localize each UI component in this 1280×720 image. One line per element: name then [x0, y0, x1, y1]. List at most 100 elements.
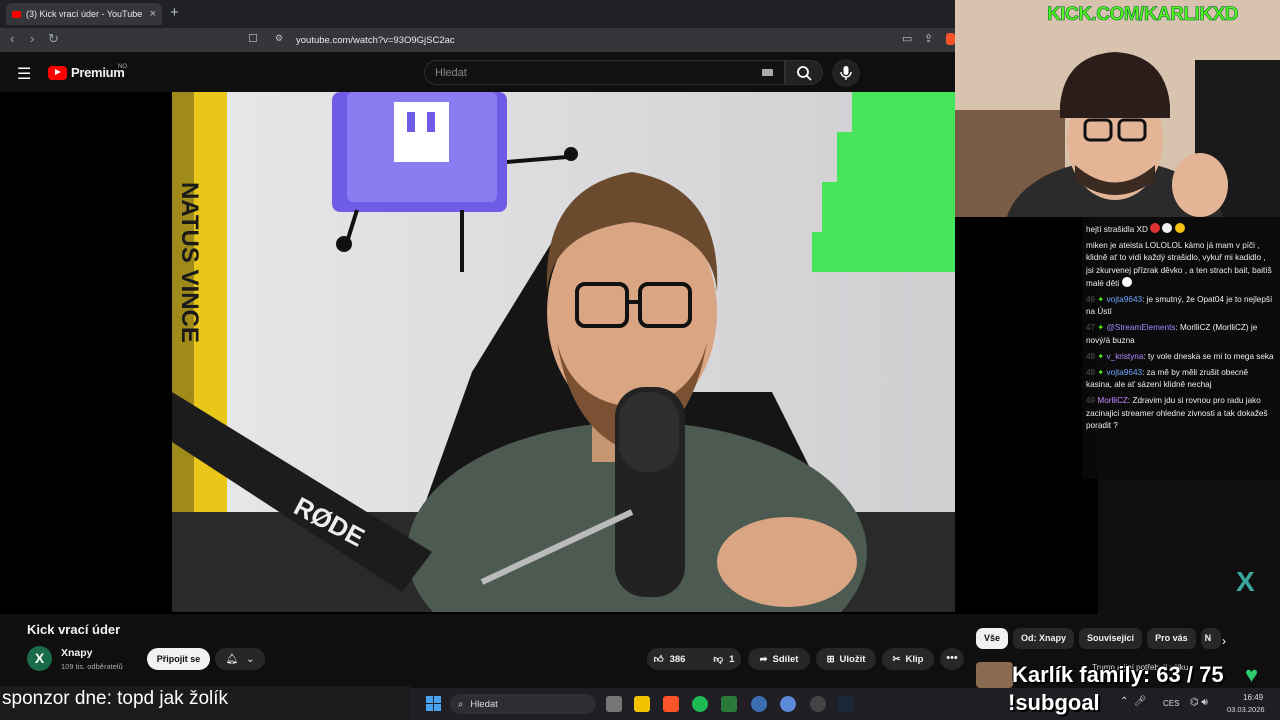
steam-icon[interactable]	[838, 696, 854, 712]
more-actions-button[interactable]: •••	[940, 648, 964, 670]
language-indicator[interactable]: CES	[1163, 699, 1179, 708]
taskbar-search[interactable]: ⌕ Hledat	[450, 694, 596, 714]
video-frame[interactable]: RØDE NATUS VINCE	[172, 92, 955, 612]
chip-all[interactable]: Vše	[976, 628, 1009, 649]
spotify-icon[interactable]	[692, 696, 708, 712]
chat-timestamp: 48	[1086, 351, 1096, 361]
chat-message: 48 ✦ vojta9643: za mě by měli zrušit obe…	[1086, 368, 1249, 390]
banner-text: NATUS VINCE	[176, 182, 203, 343]
chip-for-you[interactable]: Pro vás	[1147, 628, 1196, 649]
chat-username[interactable]: vojta9643	[1107, 295, 1143, 304]
notepad-icon[interactable]	[721, 696, 737, 712]
subscriber-count: 109 tis. odběratelů	[61, 662, 123, 671]
address-bar[interactable]: youtube.com/watch?v=93O9GjSC2ac	[240, 30, 900, 50]
menu-icon[interactable]: ☰	[17, 64, 31, 84]
save-label: Uložit	[839, 653, 866, 665]
join-button[interactable]: Připojit se	[147, 648, 210, 670]
notification-button[interactable]: 🔔︎ ⌄	[215, 648, 265, 670]
chat-username[interactable]: vojta9643	[1107, 368, 1143, 377]
search-button[interactable]	[785, 60, 823, 85]
brave-shield-icon[interactable]	[946, 33, 955, 45]
app-icon[interactable]	[751, 696, 767, 712]
taskbar-search-placeholder: Hledat	[470, 698, 498, 710]
chat-message: hejtí strašidla XD	[1086, 223, 1274, 236]
share-label: Sdílet	[772, 653, 799, 665]
badge-icon: ✦	[1097, 351, 1105, 361]
logo-text: Premium	[71, 65, 125, 80]
chat-message: 48 ✦ v_kristyna: ty vole dneska se mi to…	[1086, 351, 1274, 361]
share-page-icon[interactable]: ⇪	[924, 32, 933, 45]
chat-message: miken je ateista LOLOLOL kámo já mam v p…	[1086, 240, 1274, 290]
search-input[interactable]: Hledat	[424, 60, 785, 85]
obs-icon[interactable]	[810, 696, 826, 712]
chat-timestamp: 46	[1086, 295, 1096, 305]
stream-watermark-logo: X	[1236, 566, 1255, 597]
brave-browser-icon[interactable]	[663, 696, 679, 712]
streamer-webcam	[955, 0, 1280, 217]
chat-message: 46 ✦ vojta9643: je smutný, že Opat04 je …	[1086, 295, 1273, 317]
save-button[interactable]: ⊞ Uložit	[816, 648, 876, 670]
sponsor-ticker: sponzor dne: topd jak žolík	[0, 686, 410, 720]
scissors-icon: ✂	[892, 653, 901, 665]
emote-icon	[1121, 276, 1132, 287]
youtube-logo[interactable]: Premium	[48, 65, 125, 80]
system-tray-icons[interactable]: ⌃ 🎤︎	[1120, 696, 1147, 707]
file-explorer-icon[interactable]	[634, 696, 650, 712]
network-volume-icons[interactable]: ⌬ 🔊︎	[1190, 697, 1208, 708]
back-icon[interactable]: ‹	[10, 31, 14, 46]
windows-start-icon[interactable]	[426, 696, 441, 711]
microphone-icon	[840, 66, 852, 80]
chat-text: ty vole dneska se mi to mega seka	[1147, 351, 1274, 361]
heart-icon: ♥	[1245, 662, 1259, 687]
clip-button[interactable]: ✂ Klip	[882, 648, 934, 670]
chat-timestamp: 49	[1086, 396, 1096, 406]
chevron-down-icon: ⌄	[246, 653, 255, 665]
app-icon[interactable]	[780, 696, 796, 712]
emote-icon	[1150, 223, 1161, 233]
search-placeholder: Hledat	[435, 66, 467, 79]
forward-icon[interactable]: ›	[30, 31, 34, 46]
family-counter: Karlík family: 63 / 75	[1012, 662, 1224, 687]
channel-avatar[interactable]: X	[27, 646, 52, 671]
reload-icon[interactable]: ↻	[48, 31, 59, 47]
related-video-thumbnail[interactable]	[976, 662, 1013, 688]
like-button[interactable]: 👍︎ 386	[645, 653, 695, 666]
chat-timestamp: 47	[1086, 323, 1096, 333]
dislike-button[interactable]: 👎︎ 1	[704, 653, 743, 666]
tab-title: (3) Kick vrací úder - YouTube	[26, 9, 143, 19]
youtube-favicon-icon	[12, 10, 21, 18]
chat-username[interactable]: v_kristyna	[1107, 352, 1144, 361]
share-icon: ➦	[759, 653, 768, 665]
video-title: Kick vrací úder	[27, 622, 121, 637]
kick-channel-url: KICK.COM/KARLIKXD	[1047, 4, 1239, 26]
chip-from-channel[interactable]: Od: Xnapy	[1013, 628, 1075, 649]
badge-icon: ✦	[1097, 323, 1105, 333]
chat-message: 49 MorlliCZ: Zdravim jdu si rovnou pro r…	[1086, 396, 1268, 430]
tab-close-icon[interactable]: ×	[150, 8, 156, 20]
like-dislike-group: 👍︎ 386 👎︎ 1	[647, 648, 741, 670]
chip-partial[interactable]: N	[1200, 628, 1221, 649]
like-count: 386	[669, 653, 686, 665]
chat-username[interactable]: @StreamElements	[1107, 323, 1176, 332]
channel-name[interactable]: Xnapy	[61, 647, 93, 659]
stream-chat-overlay: hejtí strašidla XD miken je ateista LOLO…	[1082, 217, 1280, 479]
clip-label: Klip	[905, 653, 924, 665]
task-view-icon[interactable]	[606, 696, 622, 712]
share-button[interactable]: ➦ Sdílet	[748, 648, 810, 670]
screen-cast-icon[interactable]: ▭	[902, 32, 912, 45]
clock-date[interactable]: 03.03.2026	[1227, 705, 1265, 714]
search-icon: ⌕	[458, 698, 464, 710]
webcam-scene	[955, 0, 1280, 217]
url-text: youtube.com/watch?v=93O9GjSC2ac	[296, 34, 455, 46]
chip-related[interactable]: Související	[1079, 628, 1143, 649]
keyboard-icon[interactable]	[762, 69, 773, 76]
clock-time[interactable]: 16:49	[1243, 693, 1263, 702]
search-icon	[797, 66, 812, 81]
voice-search-button[interactable]	[832, 59, 860, 87]
chevron-right-icon[interactable]: ›	[1222, 634, 1226, 648]
youtube-play-icon	[48, 65, 67, 80]
new-tab-button[interactable]: +	[170, 4, 179, 21]
browser-tab-youtube[interactable]: (3) Kick vrací úder - YouTube ×	[6, 3, 162, 25]
video-scene: RØDE NATUS VINCE	[172, 92, 955, 612]
chat-username[interactable]: MorlliCZ	[1097, 396, 1127, 405]
